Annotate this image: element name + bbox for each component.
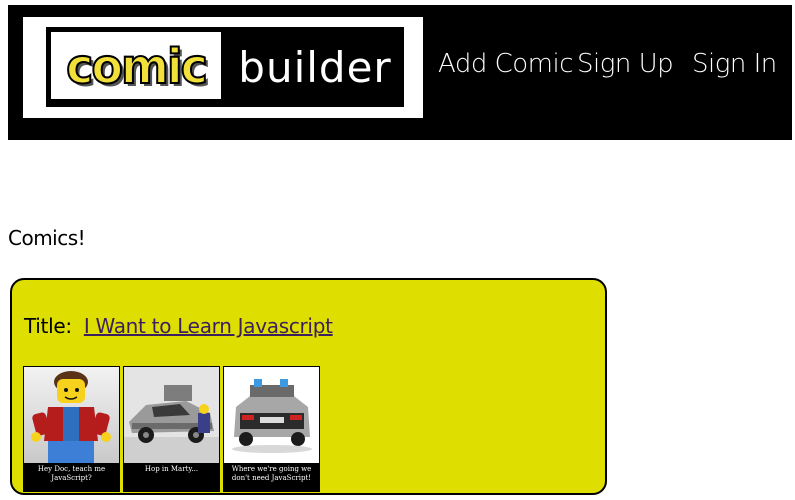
comic-panel[interactable]: Where we're going we don't need JavaScri… (223, 366, 320, 492)
nav-sign-in[interactable]: Sign In (692, 49, 777, 79)
logo-comic-box: comic (51, 32, 221, 99)
panel-caption: Hey Doc, teach me JavaScript? (37, 465, 106, 482)
comic-title-row: Title: I Want to Learn Javascript (24, 314, 333, 338)
panel-image-lego-delorean-side (124, 367, 219, 463)
logo-word-builder: builder (238, 42, 392, 92)
logo-builder-box: builder (226, 27, 404, 107)
nav-sign-up[interactable]: Sign Up (577, 49, 674, 79)
logo-word-comic: comic (65, 36, 209, 95)
comic-title-label: Title: (24, 314, 72, 338)
site-logo[interactable]: comic builder (23, 17, 423, 118)
panel-image-lego-delorean-rear (224, 367, 319, 463)
comic-title-link[interactable]: I Want to Learn Javascript (84, 314, 333, 338)
logo-inner: comic builder (46, 27, 404, 107)
comic-panel[interactable]: Hey Doc, teach me JavaScript? (23, 366, 120, 492)
nav-add-comic[interactable]: Add Comic (438, 49, 574, 79)
panel-caption: Where we're going we don't need JavaScri… (231, 465, 312, 482)
comic-panel[interactable]: Hop in Marty... (123, 366, 220, 492)
comic-panels: Hey Doc, teach me JavaScript? Hop in Mar… (23, 366, 320, 492)
panel-image-lego-marty (24, 367, 119, 463)
panel-caption: Hop in Marty... (144, 465, 199, 473)
site-header: comic builder Add Comic Sign Up Sign In (8, 5, 792, 140)
comic-card: Title: I Want to Learn Javascript Hey Do… (10, 278, 607, 495)
page-heading: Comics! (8, 226, 86, 250)
